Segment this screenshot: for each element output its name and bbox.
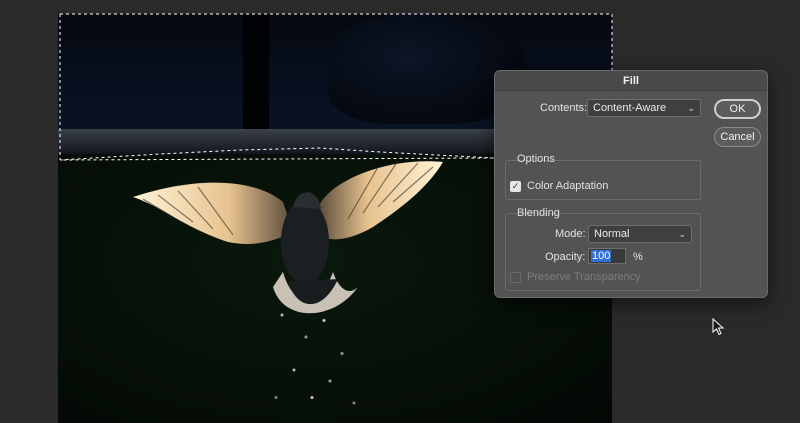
opacity-label: Opacity:: [545, 251, 586, 263]
ok-button[interactable]: OK: [714, 99, 761, 119]
preserve-transparency-label: Preserve Transparency: [527, 271, 641, 283]
mode-select[interactable]: Normal ⌄: [588, 225, 692, 243]
bird-in-flight: [133, 160, 443, 314]
dialog-title: Fill: [495, 71, 767, 91]
mouse-pointer-icon: [712, 318, 725, 336]
mode-label: Mode:: [555, 228, 586, 240]
blending-title: Blending: [517, 207, 560, 219]
chevron-down-icon: ⌄: [678, 229, 686, 239]
chevron-down-icon: ⌄: [687, 103, 695, 113]
contents-label: Contents:: [540, 102, 588, 114]
photo-post: [243, 14, 269, 134]
opacity-input[interactable]: 100: [588, 248, 626, 264]
options-title: Options: [517, 153, 555, 165]
opacity-unit: %: [633, 251, 643, 263]
opacity-value: 100: [591, 250, 612, 262]
color-adaptation-checkbox[interactable]: ✓: [510, 181, 521, 192]
mode-value: Normal: [594, 228, 630, 240]
color-adaptation-label: Color Adaptation: [527, 180, 609, 192]
fill-dialog: Fill Contents: Content-Aware ⌄ OK Cancel…: [494, 70, 768, 298]
photoshop-workspace: Fill Contents: Content-Aware ⌄ OK Cancel…: [0, 0, 800, 423]
contents-value: Content-Aware: [593, 102, 667, 114]
cancel-button[interactable]: Cancel: [714, 127, 761, 147]
contents-select[interactable]: Content-Aware ⌄: [587, 99, 701, 117]
preserve-transparency-checkbox[interactable]: [510, 272, 521, 283]
